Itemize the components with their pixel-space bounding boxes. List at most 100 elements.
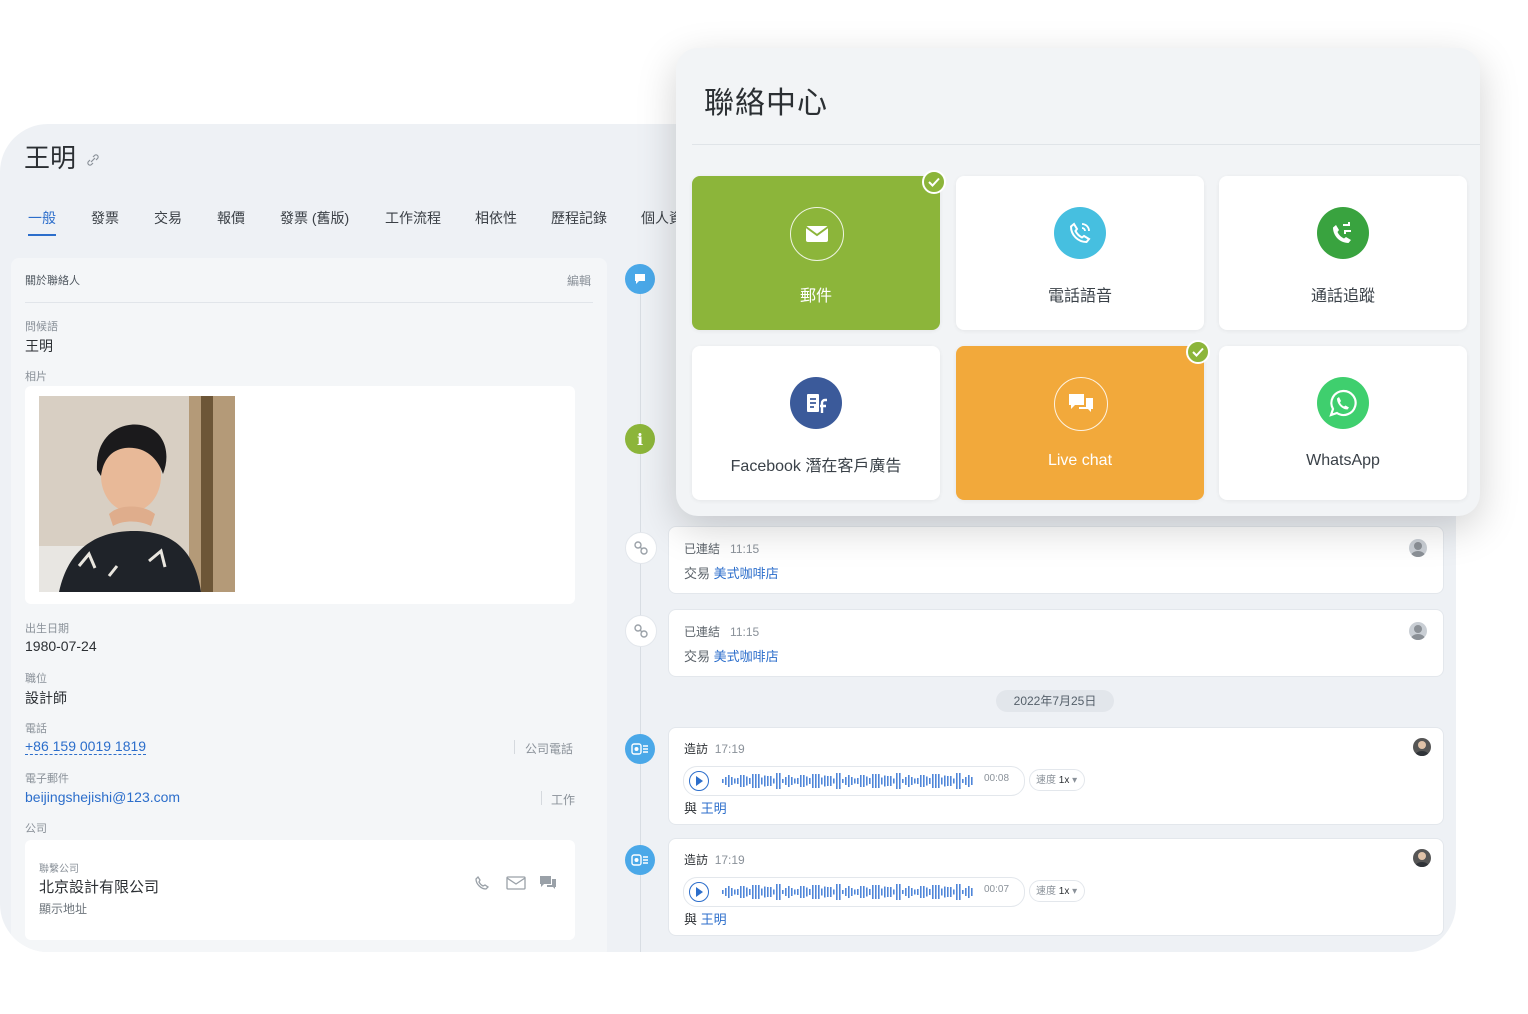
entry-meta: 造訪 17:19	[684, 853, 745, 867]
avatar	[1409, 622, 1427, 640]
tile-label: WhatsApp	[1306, 452, 1380, 469]
timeline-visit-entry[interactable]: 造訪 17:19 00:07 速度 1x ▾ 與 王明	[668, 838, 1444, 936]
photo-container	[25, 386, 575, 604]
timeline-link-entry[interactable]: 已連結 11:15 交易 美式咖啡店	[668, 609, 1444, 677]
avatar	[1413, 738, 1431, 756]
mail-icon	[790, 207, 844, 261]
contact-name-title: 王明	[24, 138, 99, 175]
tile-label: 電話語音	[1047, 288, 1112, 305]
company-caption: 聯繫公司	[39, 864, 79, 875]
timeline-link-entry[interactable]: 已連結 11:15 交易 美式咖啡店	[668, 526, 1444, 594]
edit-button[interactable]: 編輯	[567, 272, 591, 289]
facebook-leads-icon	[790, 377, 842, 429]
timeline-visit-entry[interactable]: 造訪 17:19 00:08 速度 1x ▾ 與 王明	[668, 727, 1444, 825]
portrait-image	[39, 396, 235, 592]
visit-icon	[625, 845, 655, 875]
tile-whatsapp[interactable]: WhatsApp	[1219, 346, 1467, 500]
entry-detail: 與 王明	[684, 912, 727, 927]
phone-type: 公司電話	[525, 742, 574, 756]
tile-facebook-leads[interactable]: Facebook 潛在客戶廣告	[692, 346, 940, 500]
playback-speed[interactable]: 速度 1x ▾	[1029, 769, 1085, 791]
audio-player: 00:07	[683, 877, 1025, 907]
tile-label: 郵件	[799, 288, 832, 305]
phone-icon[interactable]	[473, 874, 491, 892]
chat-icon	[1054, 377, 1108, 431]
person-link[interactable]: 王明	[701, 912, 727, 927]
waveform[interactable]	[722, 771, 976, 791]
link-icon	[625, 532, 657, 564]
tab-history[interactable]: 歷程記錄	[551, 208, 607, 228]
company-label: 公司	[25, 823, 47, 835]
birthday-value: 1980-07-24	[25, 638, 97, 654]
tab-dependencies[interactable]: 相依性	[475, 208, 517, 228]
divider	[514, 740, 515, 754]
tile-call-tracking[interactable]: 通話追蹤	[1219, 176, 1467, 330]
check-icon	[1186, 340, 1210, 364]
playback-speed[interactable]: 速度 1x ▾	[1029, 880, 1085, 902]
show-address-link[interactable]: 顯示地址	[39, 900, 87, 917]
divider	[541, 791, 542, 805]
deal-link[interactable]: 美式咖啡店	[714, 566, 779, 581]
tab-invoices[interactable]: 發票	[91, 208, 119, 228]
entry-detail: 交易 美式咖啡店	[684, 566, 779, 581]
about-contact-heading: 關於聯絡人	[25, 275, 80, 287]
entry-detail: 交易 美式咖啡店	[684, 649, 779, 664]
email-link[interactable]: beijingshejishi@123.com	[25, 789, 180, 805]
mail-icon[interactable]	[506, 876, 526, 890]
play-icon[interactable]	[689, 771, 709, 791]
link-icon[interactable]	[87, 154, 99, 166]
about-contact-card: 關於聯絡人 編輯 問候語 王明 相片 出生日期 1980-07-24 職位 設計…	[11, 258, 607, 952]
call-tracking-icon	[1317, 207, 1369, 259]
greeting-label: 問候語	[25, 321, 58, 333]
email-type: 工作	[551, 793, 576, 807]
phone-link[interactable]: +86 159 0019 1819	[25, 738, 147, 755]
tab-workflows[interactable]: 工作流程	[385, 208, 441, 228]
tile-live-chat[interactable]: Live chat	[956, 340, 1210, 500]
waveform[interactable]	[722, 882, 976, 902]
play-icon[interactable]	[689, 882, 709, 902]
position-value: 設計師	[25, 690, 67, 706]
visit-icon	[625, 734, 655, 764]
audio-player: 00:08	[683, 766, 1025, 796]
tab-quotes[interactable]: 報價	[217, 208, 245, 228]
phone-icon	[1054, 207, 1106, 259]
birthday-label: 出生日期	[25, 623, 69, 635]
contact-photo[interactable]	[39, 396, 235, 592]
avatar	[1413, 849, 1431, 867]
tab-invoices-legacy[interactable]: 發票 (舊版)	[280, 208, 349, 228]
tile-label: 通話追蹤	[1310, 288, 1375, 305]
info-icon: i	[625, 424, 655, 454]
email-label: 電子郵件	[25, 773, 69, 785]
whatsapp-icon	[1317, 377, 1369, 429]
chat-icon[interactable]	[538, 874, 558, 892]
entry-meta: 已連結 11:15	[684, 542, 760, 556]
company-card: 聯繫公司 北京設計有限公司 顯示地址	[25, 840, 575, 940]
contact-name: 王明	[24, 143, 77, 173]
comment-icon	[625, 264, 655, 294]
audio-duration: 00:08	[984, 773, 1010, 784]
photo-label: 相片	[25, 371, 47, 383]
company-name[interactable]: 北京設計有限公司	[39, 876, 159, 897]
tile-label: Facebook 潛在客戶廣告	[730, 458, 902, 475]
deal-link[interactable]: 美式咖啡店	[714, 649, 779, 664]
greeting-value: 王明	[25, 338, 53, 354]
link-icon	[625, 615, 657, 647]
check-icon	[922, 170, 946, 194]
date-separator: 2022年7月25日	[996, 690, 1114, 712]
tab-general[interactable]: 一般	[28, 208, 56, 236]
divider	[25, 302, 593, 303]
panel-title: 聯絡中心	[704, 87, 828, 120]
entry-meta: 已連結 11:15	[684, 625, 760, 639]
contact-center-panel: 聯絡中心 郵件 電話語音 通話追蹤 Facebook 潛在客戶廣告 Live c…	[676, 48, 1480, 516]
avatar	[1409, 539, 1427, 557]
person-link[interactable]: 王明	[701, 801, 727, 816]
phone-label: 電話	[25, 723, 47, 735]
entry-detail: 與 王明	[684, 801, 727, 816]
entry-meta: 造訪 17:19	[684, 742, 745, 756]
tile-mail[interactable]: 郵件	[692, 170, 946, 330]
tab-deals[interactable]: 交易	[154, 208, 182, 228]
audio-duration: 00:07	[984, 884, 1010, 895]
divider	[692, 144, 1480, 145]
tile-phone[interactable]: 電話語音	[956, 176, 1204, 330]
position-label: 職位	[25, 673, 47, 685]
